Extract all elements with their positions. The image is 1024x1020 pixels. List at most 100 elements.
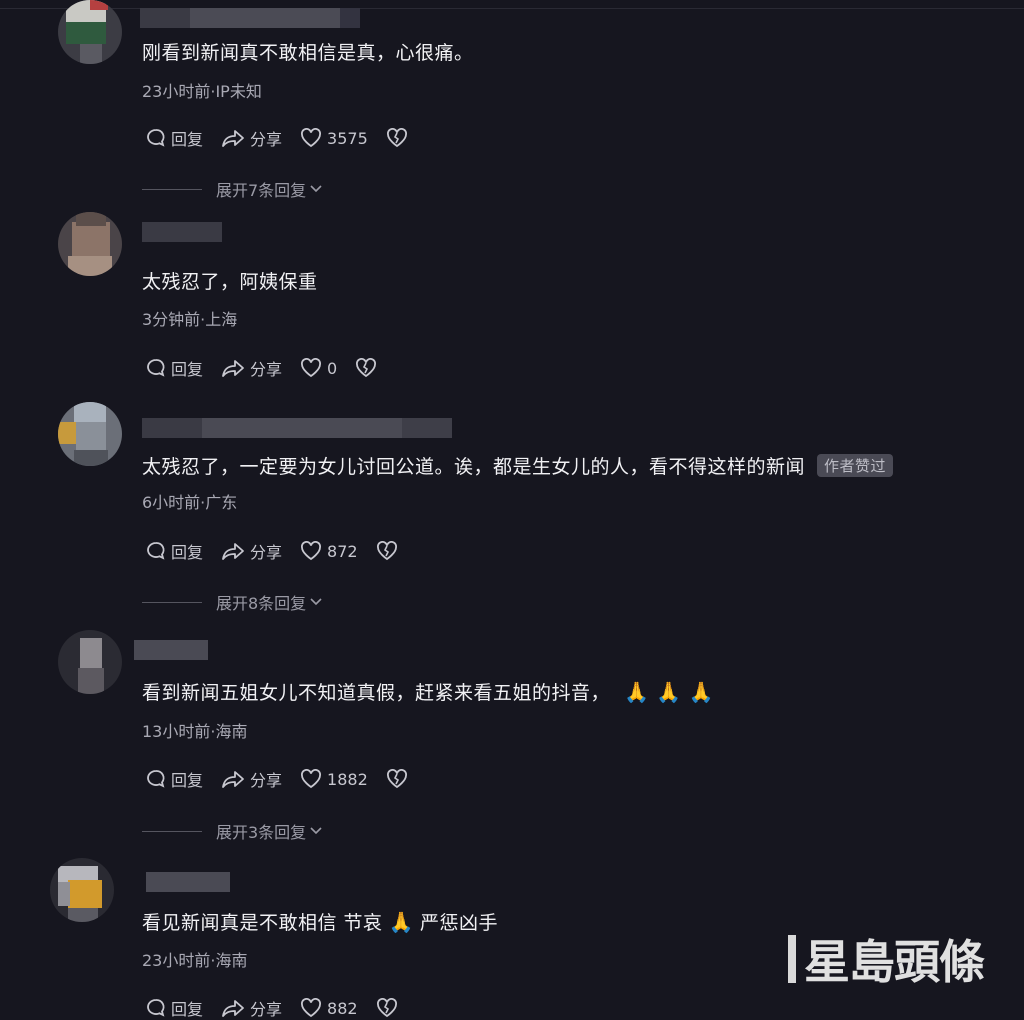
broken-heart-icon bbox=[386, 128, 407, 148]
avatar[interactable] bbox=[58, 212, 122, 276]
dislike-button[interactable] bbox=[386, 769, 413, 789]
dislike-button[interactable] bbox=[355, 358, 382, 378]
reply-label: 回复 bbox=[171, 360, 204, 379]
username-blurred[interactable] bbox=[140, 8, 360, 28]
watermark-text: 星島頭條 bbox=[804, 935, 985, 989]
reply-button[interactable]: 回复 bbox=[146, 356, 203, 380]
comment-text: 太残忍了，一定要为女儿讨回公道。诶，都是生女儿的人，看不得这样的新闻 作者赞过 bbox=[142, 452, 894, 479]
watermark-bar bbox=[788, 935, 796, 983]
author-liked-badge: 作者赞过 bbox=[817, 454, 894, 477]
like-count: 0 bbox=[327, 358, 338, 378]
comment-actions: 回复 分享 1882 bbox=[146, 767, 431, 791]
reply-label: 回复 bbox=[171, 130, 204, 149]
watermark-logo: 星島頭條 bbox=[788, 932, 1002, 989]
pray-emoji-icon: 🙏 🙏 🙏 bbox=[624, 679, 714, 704]
heart-icon bbox=[301, 769, 322, 789]
chevron-down-icon bbox=[310, 827, 322, 835]
comment-meta: 13小时前·海南 bbox=[142, 722, 248, 741]
reply-button[interactable]: 回复 bbox=[146, 539, 203, 563]
comment-text: 看见新闻真是不敢相信 节哀 🙏 严惩凶手 bbox=[142, 908, 498, 935]
share-label: 分享 bbox=[250, 1000, 283, 1019]
expand-divider bbox=[142, 601, 202, 603]
expand-label: 展开8条回复 bbox=[216, 594, 307, 613]
share-icon bbox=[222, 130, 244, 147]
expand-replies[interactable]: 展开8条回复 bbox=[142, 590, 323, 614]
reply-icon bbox=[147, 129, 165, 147]
username-blurred[interactable] bbox=[146, 872, 230, 892]
comment-meta: 23小时前·IP未知 bbox=[142, 82, 262, 101]
like-button[interactable]: 1882 bbox=[300, 769, 368, 789]
like-button[interactable]: 872 bbox=[300, 541, 358, 561]
expand-replies[interactable]: 展开3条回复 bbox=[142, 819, 323, 843]
expand-label: 展开3条回复 bbox=[216, 823, 307, 842]
like-count: 1882 bbox=[327, 769, 368, 789]
share-label: 分享 bbox=[250, 543, 283, 562]
comment-meta: 6小时前·广东 bbox=[142, 493, 238, 512]
chevron-down-icon bbox=[310, 598, 322, 606]
heart-icon bbox=[301, 998, 322, 1018]
comment-text-body: 太残忍了，一定要为女儿讨回公道。诶，都是生女儿的人，看不得这样的新闻 bbox=[142, 456, 806, 478]
comment-text-body: 看到新闻五姐女儿不知道真假，赶紧来看五姐的抖音， bbox=[142, 682, 611, 704]
expand-label: 展开7条回复 bbox=[216, 181, 307, 200]
comment-actions: 回复 分享 882 bbox=[146, 996, 421, 1020]
reply-icon bbox=[147, 359, 165, 377]
broken-heart-icon bbox=[356, 358, 377, 378]
reply-icon bbox=[147, 542, 165, 560]
reply-button[interactable]: 回复 bbox=[146, 767, 203, 791]
comment-text-body: 看见新闻真是不敢相信 节哀 bbox=[142, 912, 383, 934]
like-button[interactable]: 882 bbox=[300, 998, 358, 1018]
comment-actions: 回复 分享 872 bbox=[146, 539, 421, 563]
share-label: 分享 bbox=[250, 130, 283, 149]
avatar[interactable] bbox=[58, 0, 122, 64]
username-blurred[interactable] bbox=[134, 640, 208, 660]
reply-icon bbox=[147, 770, 165, 788]
broken-heart-icon bbox=[386, 769, 407, 789]
share-button[interactable]: 分享 bbox=[221, 539, 282, 563]
like-button[interactable]: 0 bbox=[300, 358, 337, 378]
dislike-button[interactable] bbox=[386, 128, 413, 148]
share-button[interactable]: 分享 bbox=[221, 356, 282, 380]
expand-divider bbox=[142, 830, 202, 832]
reply-label: 回复 bbox=[171, 543, 204, 562]
dislike-button[interactable] bbox=[376, 998, 403, 1018]
share-label: 分享 bbox=[250, 771, 283, 790]
reply-icon bbox=[147, 999, 165, 1017]
chevron-down-icon bbox=[310, 185, 322, 193]
broken-heart-icon bbox=[376, 998, 397, 1018]
comment-text-tail: 严惩凶手 bbox=[419, 912, 498, 934]
username-blurred[interactable] bbox=[142, 222, 222, 242]
avatar[interactable] bbox=[58, 402, 122, 466]
share-button[interactable]: 分享 bbox=[221, 126, 282, 150]
share-button[interactable]: 分享 bbox=[221, 996, 282, 1020]
avatar[interactable] bbox=[50, 858, 114, 922]
comment-meta: 3分钟前·上海 bbox=[142, 310, 238, 329]
like-count: 872 bbox=[327, 541, 358, 561]
share-icon bbox=[222, 1000, 244, 1017]
share-icon bbox=[222, 360, 244, 377]
share-label: 分享 bbox=[250, 360, 283, 379]
like-count: 3575 bbox=[327, 128, 368, 148]
heart-icon bbox=[301, 541, 322, 561]
reply-label: 回复 bbox=[171, 771, 204, 790]
comment-actions: 回复 分享 3575 bbox=[146, 126, 431, 150]
avatar[interactable] bbox=[58, 630, 122, 694]
expand-divider bbox=[142, 188, 202, 190]
reply-button[interactable]: 回复 bbox=[146, 126, 203, 150]
expand-replies[interactable]: 展开7条回复 bbox=[142, 177, 323, 201]
like-button[interactable]: 3575 bbox=[300, 128, 368, 148]
heart-icon bbox=[301, 128, 322, 148]
share-icon bbox=[222, 543, 244, 560]
share-button[interactable]: 分享 bbox=[221, 767, 282, 791]
broken-heart-icon bbox=[376, 541, 397, 561]
share-icon bbox=[222, 771, 244, 788]
comment-actions: 回复 分享 0 bbox=[146, 356, 400, 380]
dislike-button[interactable] bbox=[376, 541, 403, 561]
username-blurred[interactable] bbox=[142, 418, 452, 438]
heart-icon bbox=[301, 358, 322, 378]
pray-emoji-icon: 🙏 bbox=[388, 909, 414, 934]
reply-button[interactable]: 回复 bbox=[146, 996, 203, 1020]
comment-text: 太残忍了，阿姨保重 bbox=[142, 271, 318, 293]
reply-label: 回复 bbox=[171, 1000, 204, 1019]
comment-meta: 23小时前·海南 bbox=[142, 951, 248, 970]
comment-text: 刚看到新闻真不敢相信是真，心很痛。 bbox=[142, 42, 474, 64]
